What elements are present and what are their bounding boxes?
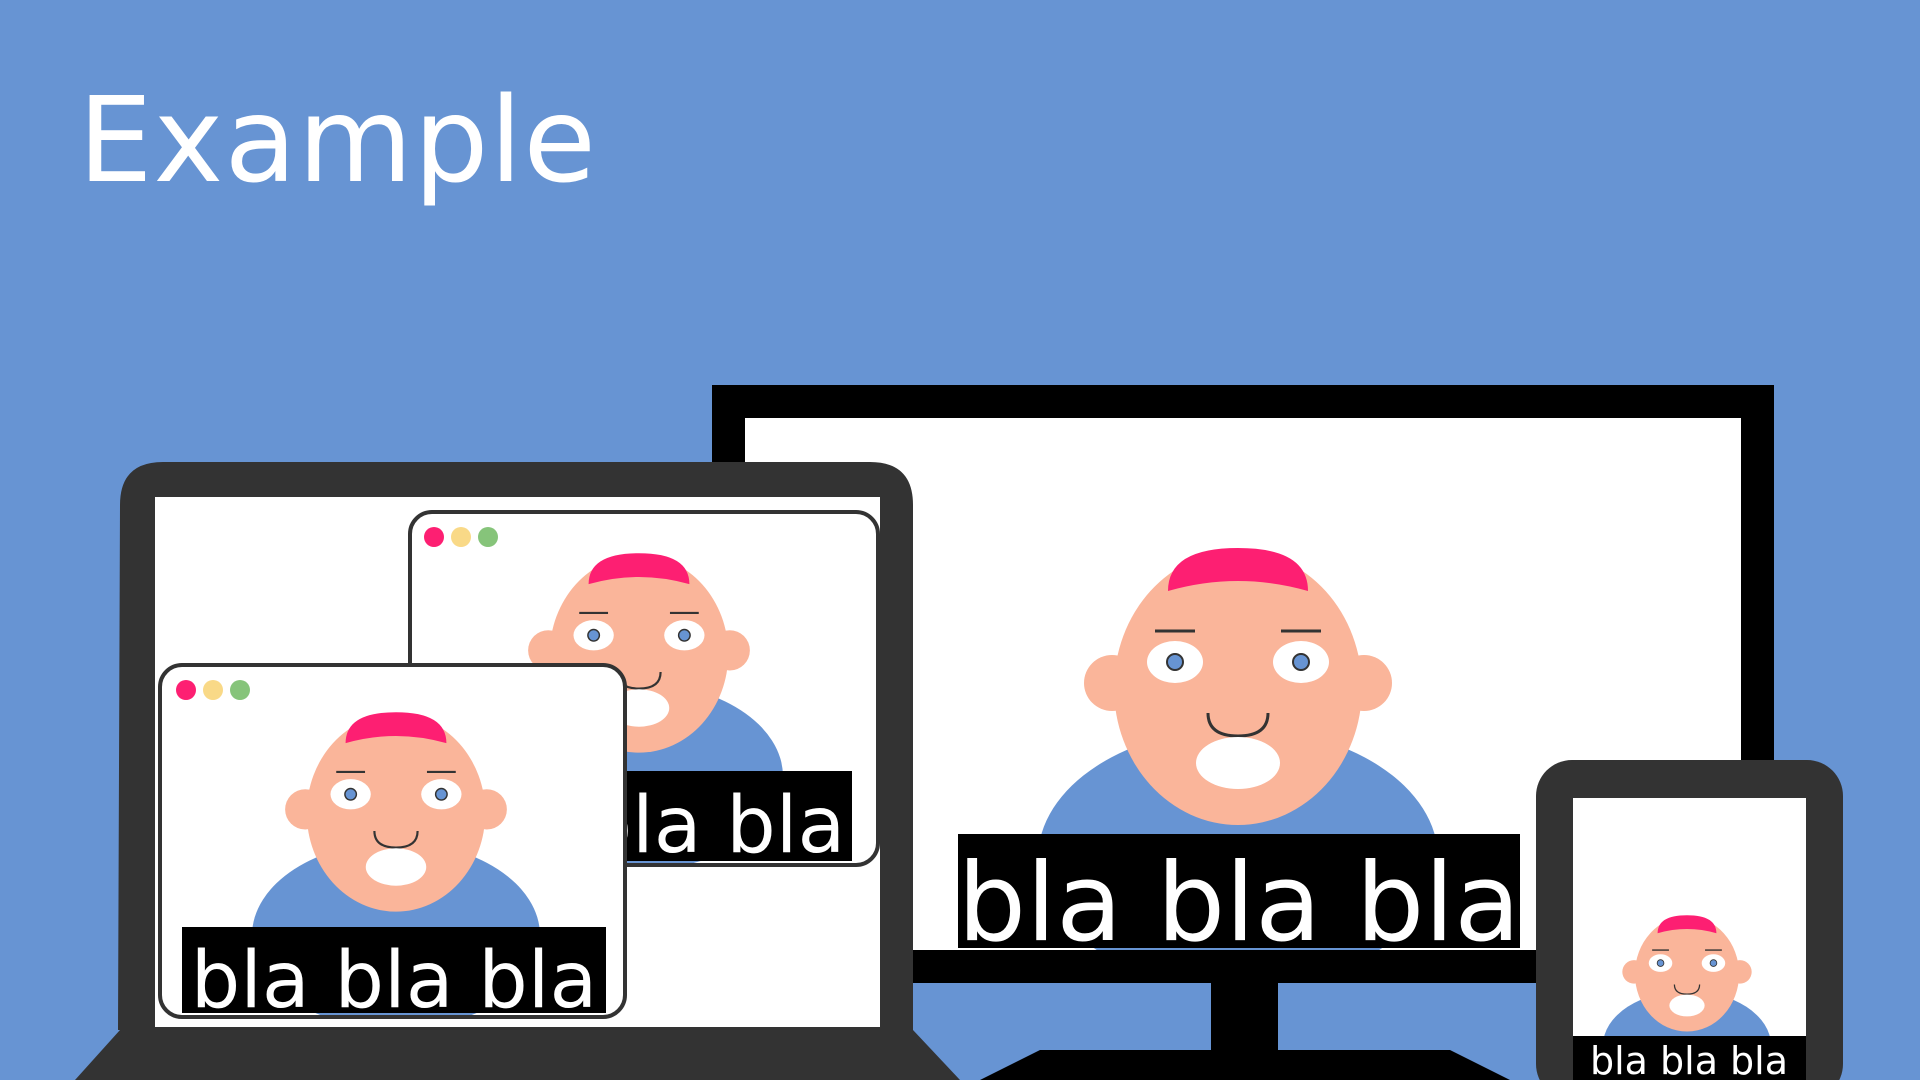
phone-caption: bla bla bla — [1590, 1039, 1788, 1080]
front-window-caption: bla bla bla — [191, 936, 598, 1026]
monitor-caption: bla bla bla — [958, 841, 1521, 966]
window-dots-icon — [424, 527, 498, 547]
window-dots-icon — [176, 680, 250, 700]
devices-illustration: bla bla bla bla bla bla bla bla bla bla … — [75, 385, 1843, 1080]
front-window: bla bla bla — [158, 663, 627, 1026]
